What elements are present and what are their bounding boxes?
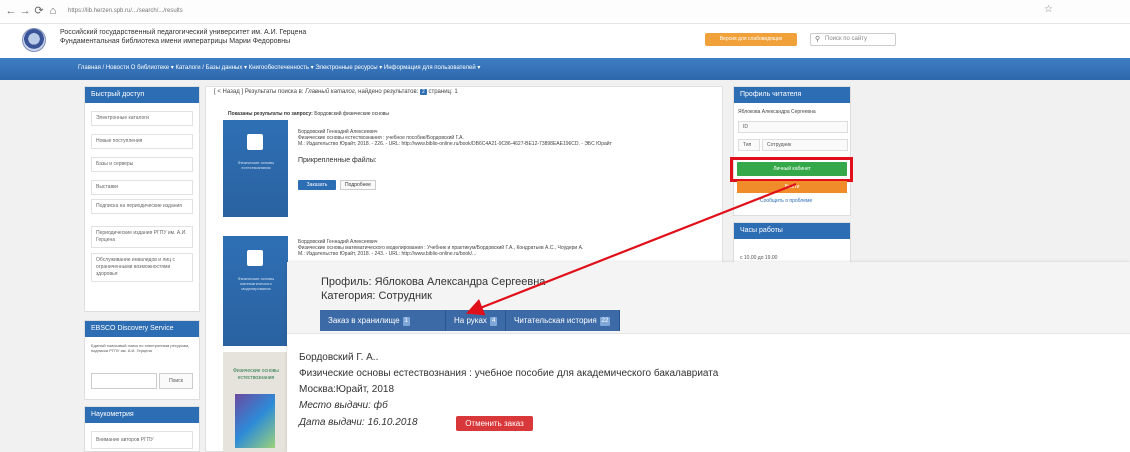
naukometria-panel: Наукометрия Внимание авторов РГПУ	[84, 406, 200, 452]
book-icon	[247, 250, 263, 266]
order-publisher: Москва:Юрайт, 2018	[299, 384, 395, 395]
cover-title: Физические основы математического модели…	[237, 276, 275, 291]
query-text: Бордовский физические основы	[314, 111, 390, 117]
tab-count-badge: 1	[402, 317, 410, 326]
bookmark-star-icon[interactable]: ☆	[1044, 4, 1053, 15]
query-label: Показаны результаты по запросу:	[228, 111, 313, 117]
nav-menu-items[interactable]: Главная / Новости О библиотеке ▾ Каталог…	[78, 64, 480, 71]
order-title: Физические основы естествознания : учебн…	[299, 368, 719, 379]
tab-reading-history[interactable]: Читательская история 22	[506, 310, 620, 331]
zoomed-cabinet-view: Профиль: Яблокова Александра Сергеевна К…	[287, 262, 1130, 452]
screenshot-stage: ← → ⟳ ⌂ https://lib.herzen.spb.ru/.../se…	[0, 0, 1130, 452]
details-button[interactable]: Подробнее	[340, 180, 376, 190]
forward-icon[interactable]: →	[18, 4, 32, 18]
university-name: Российский государственный педагогически…	[60, 29, 307, 36]
ebsco-panel: EBSCO Discovery Service Единый поисковый…	[84, 320, 200, 400]
reader-type-value: Сотрудник	[762, 139, 848, 151]
book-cover[interactable]: Физические основы естествознания	[223, 120, 288, 217]
order-pickup-place: Место выдачи: фб	[299, 400, 388, 411]
quick-access-item[interactable]: Обслуживание инвалидов и лиц с ограничен…	[91, 253, 193, 282]
ebsco-search-button[interactable]: Поиск	[159, 373, 193, 389]
catalog-name: Главный каталог	[305, 89, 355, 95]
low-vision-version-button[interactable]: Версия для слабовидящих	[705, 33, 797, 46]
naukometria-item[interactable]: Внимание авторов РГПУ	[91, 431, 193, 449]
pages-count: страниц: 1	[428, 89, 458, 95]
book-cover[interactable]: Физические основы математического модели…	[223, 236, 288, 346]
result-publication: М.: Издательство Юрайт, 2018. - 243. - U…	[298, 251, 477, 257]
order-button[interactable]: Заказать	[298, 180, 336, 190]
quick-access-item[interactable]: Периодические издания РГПУ им. А.И. Герц…	[91, 226, 193, 248]
library-name: Фундаментальная библиотека имени императ…	[60, 38, 291, 45]
results-breadcrumb: [ < Назад ] Результаты поиска в: Главный…	[214, 89, 458, 95]
quick-access-item[interactable]: Выставки	[91, 180, 193, 195]
profile-title: Профиль читателя	[734, 87, 850, 103]
reader-profile-panel: Профиль читателя Яблокова Александра Сер…	[733, 86, 851, 216]
tab-storage-orders[interactable]: Заказ в хранилище 1	[320, 310, 446, 331]
naukometria-title: Наукометрия	[85, 407, 199, 423]
cabinet-category-line: Категория: Сотрудник	[321, 290, 432, 302]
ebsco-description: Единый поисковый поиск по электронным ре…	[91, 343, 190, 353]
result-publication: М.: Издательство Юрайт, 2018. - 226. - U…	[298, 141, 612, 147]
reload-icon[interactable]: ⟳	[32, 4, 46, 18]
quick-access-panel: Быстрый доступ Электронные каталоги Новы…	[84, 86, 200, 312]
ebsco-search-input[interactable]	[91, 373, 157, 389]
found-label: , найдено результатов:	[354, 89, 419, 95]
search-placeholder: Поиск по сайту	[825, 36, 868, 42]
site-search-input[interactable]: ⚲ Поиск по сайту	[810, 33, 896, 46]
tab-label: Заказ в хранилище	[328, 316, 400, 325]
address-bar[interactable]: https://lib.herzen.spb.ru/.../search/...…	[62, 3, 962, 20]
reader-name: Яблокова Александра Сергеевна	[738, 109, 816, 115]
tab-on-hand[interactable]: На руках 4	[446, 310, 506, 331]
quick-access-item[interactable]: Базы и серверы	[91, 157, 193, 172]
search-icon: ⚲	[815, 36, 821, 43]
hours-title: Часы работы	[734, 223, 850, 239]
tab-count-badge: 4	[489, 317, 498, 326]
order-author: Бордовский Г. А..	[299, 352, 379, 363]
ebsco-title: EBSCO Discovery Service	[85, 321, 199, 337]
quick-access-item[interactable]: Электронные каталоги	[91, 111, 193, 126]
query-line: Показаны результаты по запросу: Бордовск…	[228, 111, 389, 117]
reader-type-label: Тип	[738, 139, 760, 151]
quick-access-item[interactable]: Подписка на периодические издания	[91, 199, 193, 214]
back-link[interactable]: [ < Назад ] Результаты поиска в:	[214, 89, 304, 95]
highlight-box	[730, 157, 853, 182]
cover-title: Физические основы естествознания	[233, 368, 279, 381]
results-count-badge: 2	[420, 89, 427, 95]
quick-access-title: Быстрый доступ	[85, 87, 199, 103]
book-cover[interactable]: Физические основы естествознания	[223, 352, 288, 452]
back-icon[interactable]: ←	[4, 4, 18, 18]
report-problem-link[interactable]: Сообщить о проблеме	[760, 198, 812, 204]
cover-artwork	[235, 394, 275, 448]
tab-label: Читательская история	[514, 316, 597, 325]
cover-title: Физические основы естествознания	[237, 160, 275, 170]
attached-files-label: Прикрепленные файлы:	[298, 157, 377, 164]
home-icon[interactable]: ⌂	[46, 4, 60, 18]
tab-count-badge: 22	[599, 317, 611, 326]
order-issue-date: Дата выдачи: 16.10.2018	[299, 417, 418, 428]
cabinet-profile-line: Профиль: Яблокова Александра Сергеевна	[321, 276, 546, 288]
reader-id-field: ID	[738, 121, 848, 133]
tab-label: На руках	[454, 316, 487, 325]
hours-text: с 10.00 до 19.00	[740, 255, 778, 261]
quick-access-item[interactable]: Новые поступления	[91, 134, 193, 149]
cancel-order-button[interactable]: Отменить заказ	[456, 416, 533, 431]
university-logo[interactable]	[22, 28, 46, 52]
logout-button[interactable]: Выйти	[737, 181, 847, 193]
book-icon	[247, 134, 263, 150]
